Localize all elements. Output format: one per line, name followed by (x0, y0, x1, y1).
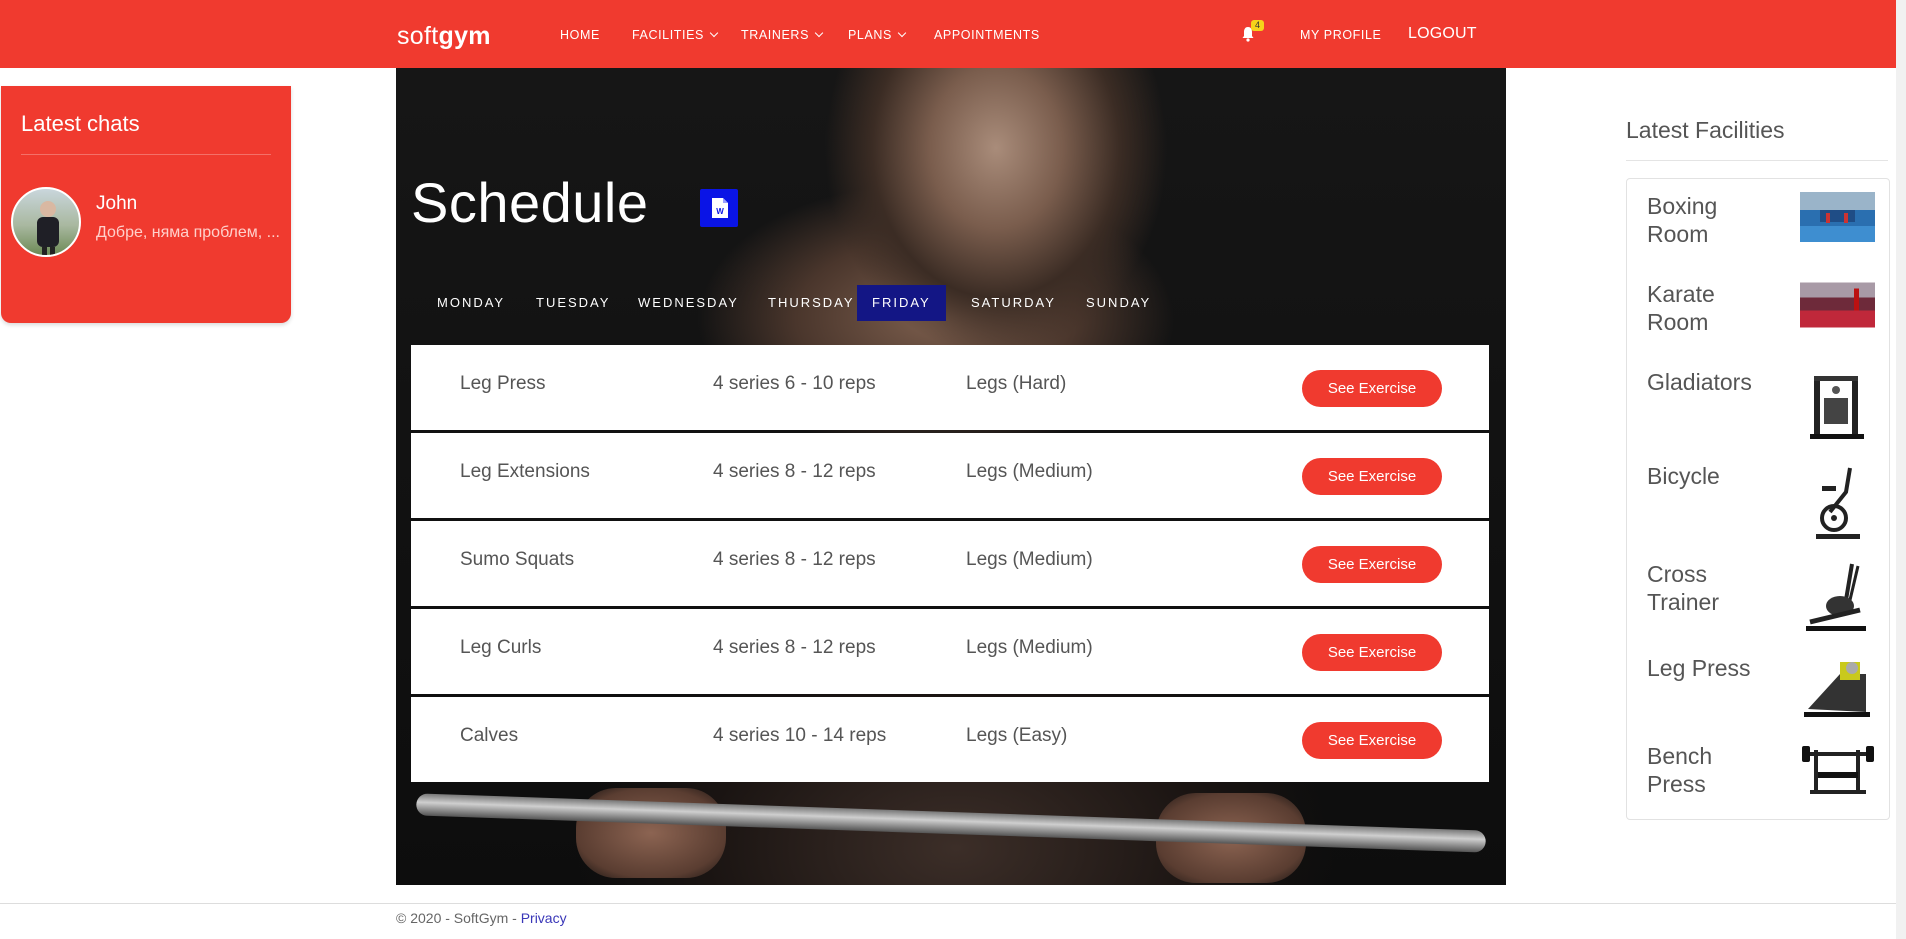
svg-text:W: W (716, 207, 724, 216)
facility-name: Karate Room (1647, 281, 1715, 335)
avatar (11, 187, 81, 257)
exercise-sets: 4 series 8 - 12 reps (713, 549, 876, 570)
exercise-name: Calves (460, 725, 519, 746)
tab-wednesday[interactable]: WEDNESDAY (623, 285, 754, 321)
facility-name: Bicycle (1647, 463, 1720, 489)
facility-item[interactable]: Karate Room (1647, 280, 1883, 360)
logout-link[interactable]: LOGOUT (1408, 25, 1477, 43)
chat-item[interactable]: John Добре, няма проблем, ... (11, 187, 289, 257)
schedule-hero: Schedule W MONDAY TUESDAY WEDNESDAY THUR… (396, 68, 1506, 885)
exercise-name: Leg Curls (460, 637, 542, 658)
chat-last-message: Добре, няма проблем, ... (96, 224, 280, 241)
exercise-level: Legs (Easy) (966, 725, 1068, 746)
nav-trainers[interactable]: TRAINERS (741, 28, 824, 42)
bench-press-image-icon (1802, 746, 1874, 794)
karate-room-photo-icon (1800, 282, 1875, 328)
exercise-row: Leg Curls 4 series 8 - 12 reps Legs (Med… (411, 609, 1489, 694)
privacy-link[interactable]: Privacy (521, 910, 567, 926)
exercise-level: Legs (Hard) (966, 373, 1067, 394)
see-exercise-button[interactable]: See Exercise (1302, 634, 1442, 671)
tab-friday[interactable]: FRIDAY (857, 285, 946, 321)
page-scrollbar[interactable] (1896, 0, 1906, 939)
footer-copyright: © 2020 - SoftGym - (396, 910, 521, 926)
boxing-room-photo-icon (1800, 192, 1875, 242)
facility-name: Boxing Room (1647, 193, 1718, 247)
person-avatar-image (37, 201, 59, 255)
tab-monday[interactable]: MONDAY (422, 285, 520, 321)
nav-my-profile[interactable]: MY PROFILE (1300, 28, 1381, 42)
nav-plans-label: PLANS (848, 28, 892, 42)
facility-name: Gladiators (1647, 369, 1752, 395)
tab-sunday[interactable]: SUNDAY (1071, 285, 1166, 321)
see-exercise-button[interactable]: See Exercise (1302, 722, 1442, 759)
chevron-down-icon (814, 28, 824, 38)
latest-facilities-title: Latest Facilities (1626, 117, 1785, 143)
page-title: Schedule (411, 171, 649, 234)
latest-chats-title: Latest chats (21, 111, 140, 136)
exercise-name: Sumo Squats (460, 549, 575, 570)
exercise-sets: 4 series 10 - 14 reps (713, 725, 887, 746)
exercise-level: Legs (Medium) (966, 549, 1093, 570)
nav-home-label: HOME (560, 28, 600, 42)
tab-saturday[interactable]: SATURDAY (956, 285, 1071, 321)
chat-contact-name: John (96, 193, 138, 214)
notification-badge: 4 (1251, 20, 1264, 31)
exercise-row: Sumo Squats 4 series 8 - 12 reps Legs (M… (411, 521, 1489, 606)
facility-item[interactable]: Bench Press (1647, 742, 1883, 822)
exercise-row: Calves 4 series 10 - 14 reps Legs (Easy)… (411, 697, 1489, 782)
word-document-icon[interactable]: W (700, 189, 738, 227)
facility-name: Leg Press (1647, 655, 1751, 681)
latest-facilities-list: Boxing Room Karate Room Gladiators Bicyc… (1626, 178, 1890, 820)
footer: © 2020 - SoftGym - Privacy (396, 910, 567, 926)
nav-trainers-label: TRAINERS (741, 28, 810, 42)
facility-item[interactable]: Bicycle (1647, 462, 1883, 542)
tab-thursday[interactable]: THURSDAY (753, 285, 870, 321)
brand-logo[interactable]: softgym (397, 22, 491, 51)
facility-item[interactable]: Leg Press (1647, 654, 1883, 734)
divider (1626, 160, 1888, 161)
tab-tuesday[interactable]: TUESDAY (521, 285, 625, 321)
exercise-row: Leg Press 4 series 6 - 10 reps Legs (Har… (411, 345, 1489, 430)
nav-facilities-label: FACILITIES (632, 28, 704, 42)
facility-name: Bench Press (1647, 743, 1713, 797)
nav-appointments[interactable]: APPOINTMENTS (934, 28, 1040, 42)
exercise-name: Leg Press (460, 373, 546, 394)
cross-trainer-image-icon (1806, 563, 1866, 631)
nav-facilities[interactable]: FACILITIES (632, 28, 719, 42)
exercise-level: Legs (Medium) (966, 461, 1093, 482)
exercise-level: Legs (Medium) (966, 637, 1093, 658)
nav-appointments-label: APPOINTMENTS (934, 28, 1040, 42)
exercise-row: Leg Extensions 4 series 8 - 12 reps Legs… (411, 433, 1489, 518)
nav-my-profile-label: MY PROFILE (1300, 28, 1382, 42)
facility-item[interactable]: Gladiators (1647, 368, 1883, 448)
top-navbar: softgym HOME FACILITIES TRAINERS PLANS A… (0, 0, 1906, 68)
latest-chats-panel: Latest chats John Добре, няма проблем, .… (1, 86, 291, 323)
see-exercise-button[interactable]: See Exercise (1302, 546, 1442, 583)
bicycle-machine-image-icon (1816, 467, 1860, 539)
exercise-sets: 4 series 8 - 12 reps (713, 637, 876, 658)
brand-light-text: soft (397, 22, 439, 50)
gladiators-machine-image-icon (1810, 376, 1864, 439)
exercise-name: Leg Extensions (460, 461, 590, 482)
see-exercise-button[interactable]: See Exercise (1302, 458, 1442, 495)
footer-divider (0, 903, 1906, 904)
nav-plans[interactable]: PLANS (848, 28, 907, 42)
facility-item[interactable]: Boxing Room (1647, 192, 1883, 272)
exercise-sets: 4 series 6 - 10 reps (713, 373, 876, 394)
leg-press-machine-image-icon (1804, 662, 1870, 717)
see-exercise-button[interactable]: See Exercise (1302, 370, 1442, 407)
brand-bold-text: gym (438, 22, 491, 50)
nav-home[interactable]: HOME (560, 28, 600, 42)
chevron-down-icon (709, 28, 719, 38)
facility-name: Cross Trainer (1647, 561, 1719, 615)
exercise-sets: 4 series 8 - 12 reps (713, 461, 876, 482)
facility-item[interactable]: Cross Trainer (1647, 560, 1883, 640)
divider (21, 154, 271, 155)
chevron-down-icon (897, 28, 907, 38)
